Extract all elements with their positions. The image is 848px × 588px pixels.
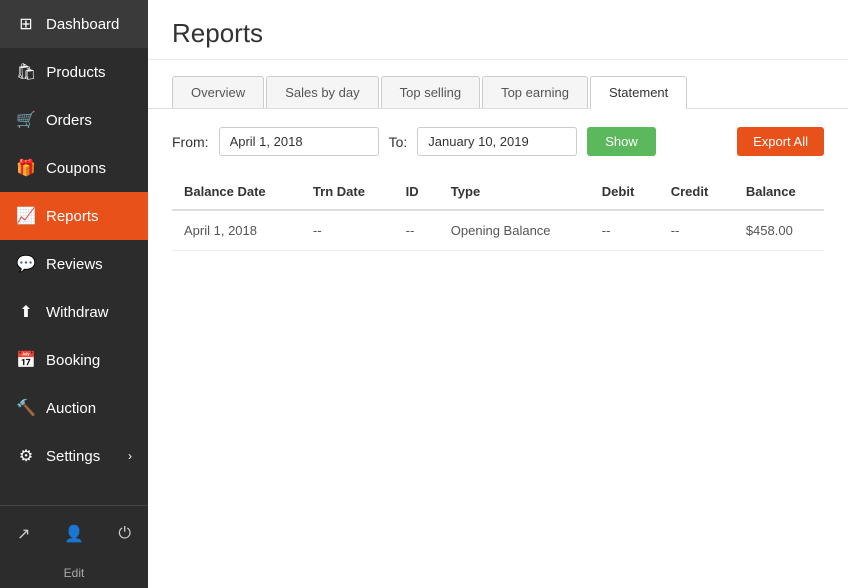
tab-statement[interactable]: Statement bbox=[590, 76, 687, 109]
sidebar-item-reviews[interactable]: 💬 Reviews bbox=[0, 240, 148, 288]
cell-trn-date: -- bbox=[301, 210, 394, 251]
col-header-trn-date: Trn Date bbox=[301, 174, 394, 210]
reviews-icon: 💬 bbox=[16, 254, 36, 274]
show-button[interactable]: Show bbox=[587, 127, 656, 156]
sidebar-bottom: ↗ 👤 ⏻ bbox=[0, 505, 148, 562]
from-date-input[interactable] bbox=[219, 127, 379, 156]
sidebar-item-dashboard[interactable]: ⊞ Dashboard bbox=[0, 0, 148, 48]
power-icon[interactable]: ⏻ bbox=[108, 519, 141, 549]
cell-debit: -- bbox=[590, 210, 659, 251]
tab-overview[interactable]: Overview bbox=[172, 76, 264, 108]
dashboard-icon: ⊞ bbox=[16, 14, 36, 34]
col-header-type: Type bbox=[439, 174, 590, 210]
sidebar-item-orders[interactable]: 🛒 Orders bbox=[0, 96, 148, 144]
sidebar-item-label-coupons: Coupons bbox=[46, 160, 106, 177]
sidebar-item-label-orders: Orders bbox=[46, 112, 92, 129]
sidebar-item-label-dashboard: Dashboard bbox=[46, 16, 119, 33]
to-label: To: bbox=[389, 134, 408, 150]
user-icon[interactable]: 👤 bbox=[54, 518, 94, 550]
edit-label: Edit bbox=[0, 562, 148, 588]
tab-top-selling[interactable]: Top selling bbox=[381, 76, 480, 108]
cell-type: Opening Balance bbox=[439, 210, 590, 251]
sidebar-item-withdraw[interactable]: ⬆ Withdraw bbox=[0, 288, 148, 336]
sidebar-item-label-withdraw: Withdraw bbox=[46, 304, 109, 321]
export-all-button[interactable]: Export All bbox=[737, 127, 824, 156]
report-table: Balance DateTrn DateIDTypeDebitCreditBal… bbox=[172, 174, 824, 251]
sidebar-item-coupons[interactable]: 🎁 Coupons bbox=[0, 144, 148, 192]
to-date-input[interactable] bbox=[417, 127, 577, 156]
sidebar-item-label-reviews: Reviews bbox=[46, 256, 103, 273]
booking-icon: 📅 bbox=[16, 350, 36, 370]
sidebar-item-label-products: Products bbox=[46, 64, 105, 81]
sidebar: ⊞ Dashboard 🛍 Products 🛒 Orders 🎁 Coupon… bbox=[0, 0, 148, 588]
sidebar-item-label-reports: Reports bbox=[46, 208, 99, 225]
external-link-icon[interactable]: ↗ bbox=[7, 518, 40, 550]
filters-bar: From: To: Show Export All bbox=[148, 109, 848, 174]
sidebar-item-label-auction: Auction bbox=[46, 400, 96, 417]
sidebar-item-label-settings: Settings bbox=[46, 448, 100, 465]
orders-icon: 🛒 bbox=[16, 110, 36, 130]
auction-icon: 🔨 bbox=[16, 398, 36, 418]
cell-balance-date: April 1, 2018 bbox=[172, 210, 301, 251]
sidebar-item-settings[interactable]: ⚙ Settings › bbox=[0, 432, 148, 480]
sidebar-item-products[interactable]: 🛍 Products bbox=[0, 48, 148, 96]
coupons-icon: 🎁 bbox=[16, 158, 36, 178]
tab-sales-by-day[interactable]: Sales by day bbox=[266, 76, 378, 108]
cell-balance: $458.00 bbox=[734, 210, 824, 251]
tabs-container: OverviewSales by dayTop sellingTop earni… bbox=[148, 60, 848, 109]
from-label: From: bbox=[172, 134, 209, 150]
col-header-credit: Credit bbox=[659, 174, 734, 210]
table-row: April 1, 2018----Opening Balance----$458… bbox=[172, 210, 824, 251]
page-title: Reports bbox=[172, 18, 824, 49]
col-header-balance: Balance bbox=[734, 174, 824, 210]
sidebar-item-label-booking: Booking bbox=[46, 352, 100, 369]
sidebar-item-booking[interactable]: 📅 Booking bbox=[0, 336, 148, 384]
col-header-balance-date: Balance Date bbox=[172, 174, 301, 210]
report-table-container: Balance DateTrn DateIDTypeDebitCreditBal… bbox=[148, 174, 848, 251]
cell-credit: -- bbox=[659, 210, 734, 251]
page-header: Reports bbox=[148, 0, 848, 60]
settings-icon: ⚙ bbox=[16, 446, 36, 466]
main-content: Reports OverviewSales by dayTop sellingT… bbox=[148, 0, 848, 588]
col-header-id: ID bbox=[394, 174, 439, 210]
reports-icon: 📈 bbox=[16, 206, 36, 226]
sidebar-item-reports[interactable]: 📈 Reports bbox=[0, 192, 148, 240]
col-header-debit: Debit bbox=[590, 174, 659, 210]
tab-top-earning[interactable]: Top earning bbox=[482, 76, 588, 108]
sidebar-item-auction[interactable]: 🔨 Auction bbox=[0, 384, 148, 432]
chevron-icon: › bbox=[128, 449, 132, 463]
products-icon: 🛍 bbox=[16, 62, 36, 82]
cell-id: -- bbox=[394, 210, 439, 251]
withdraw-icon: ⬆ bbox=[16, 302, 36, 322]
